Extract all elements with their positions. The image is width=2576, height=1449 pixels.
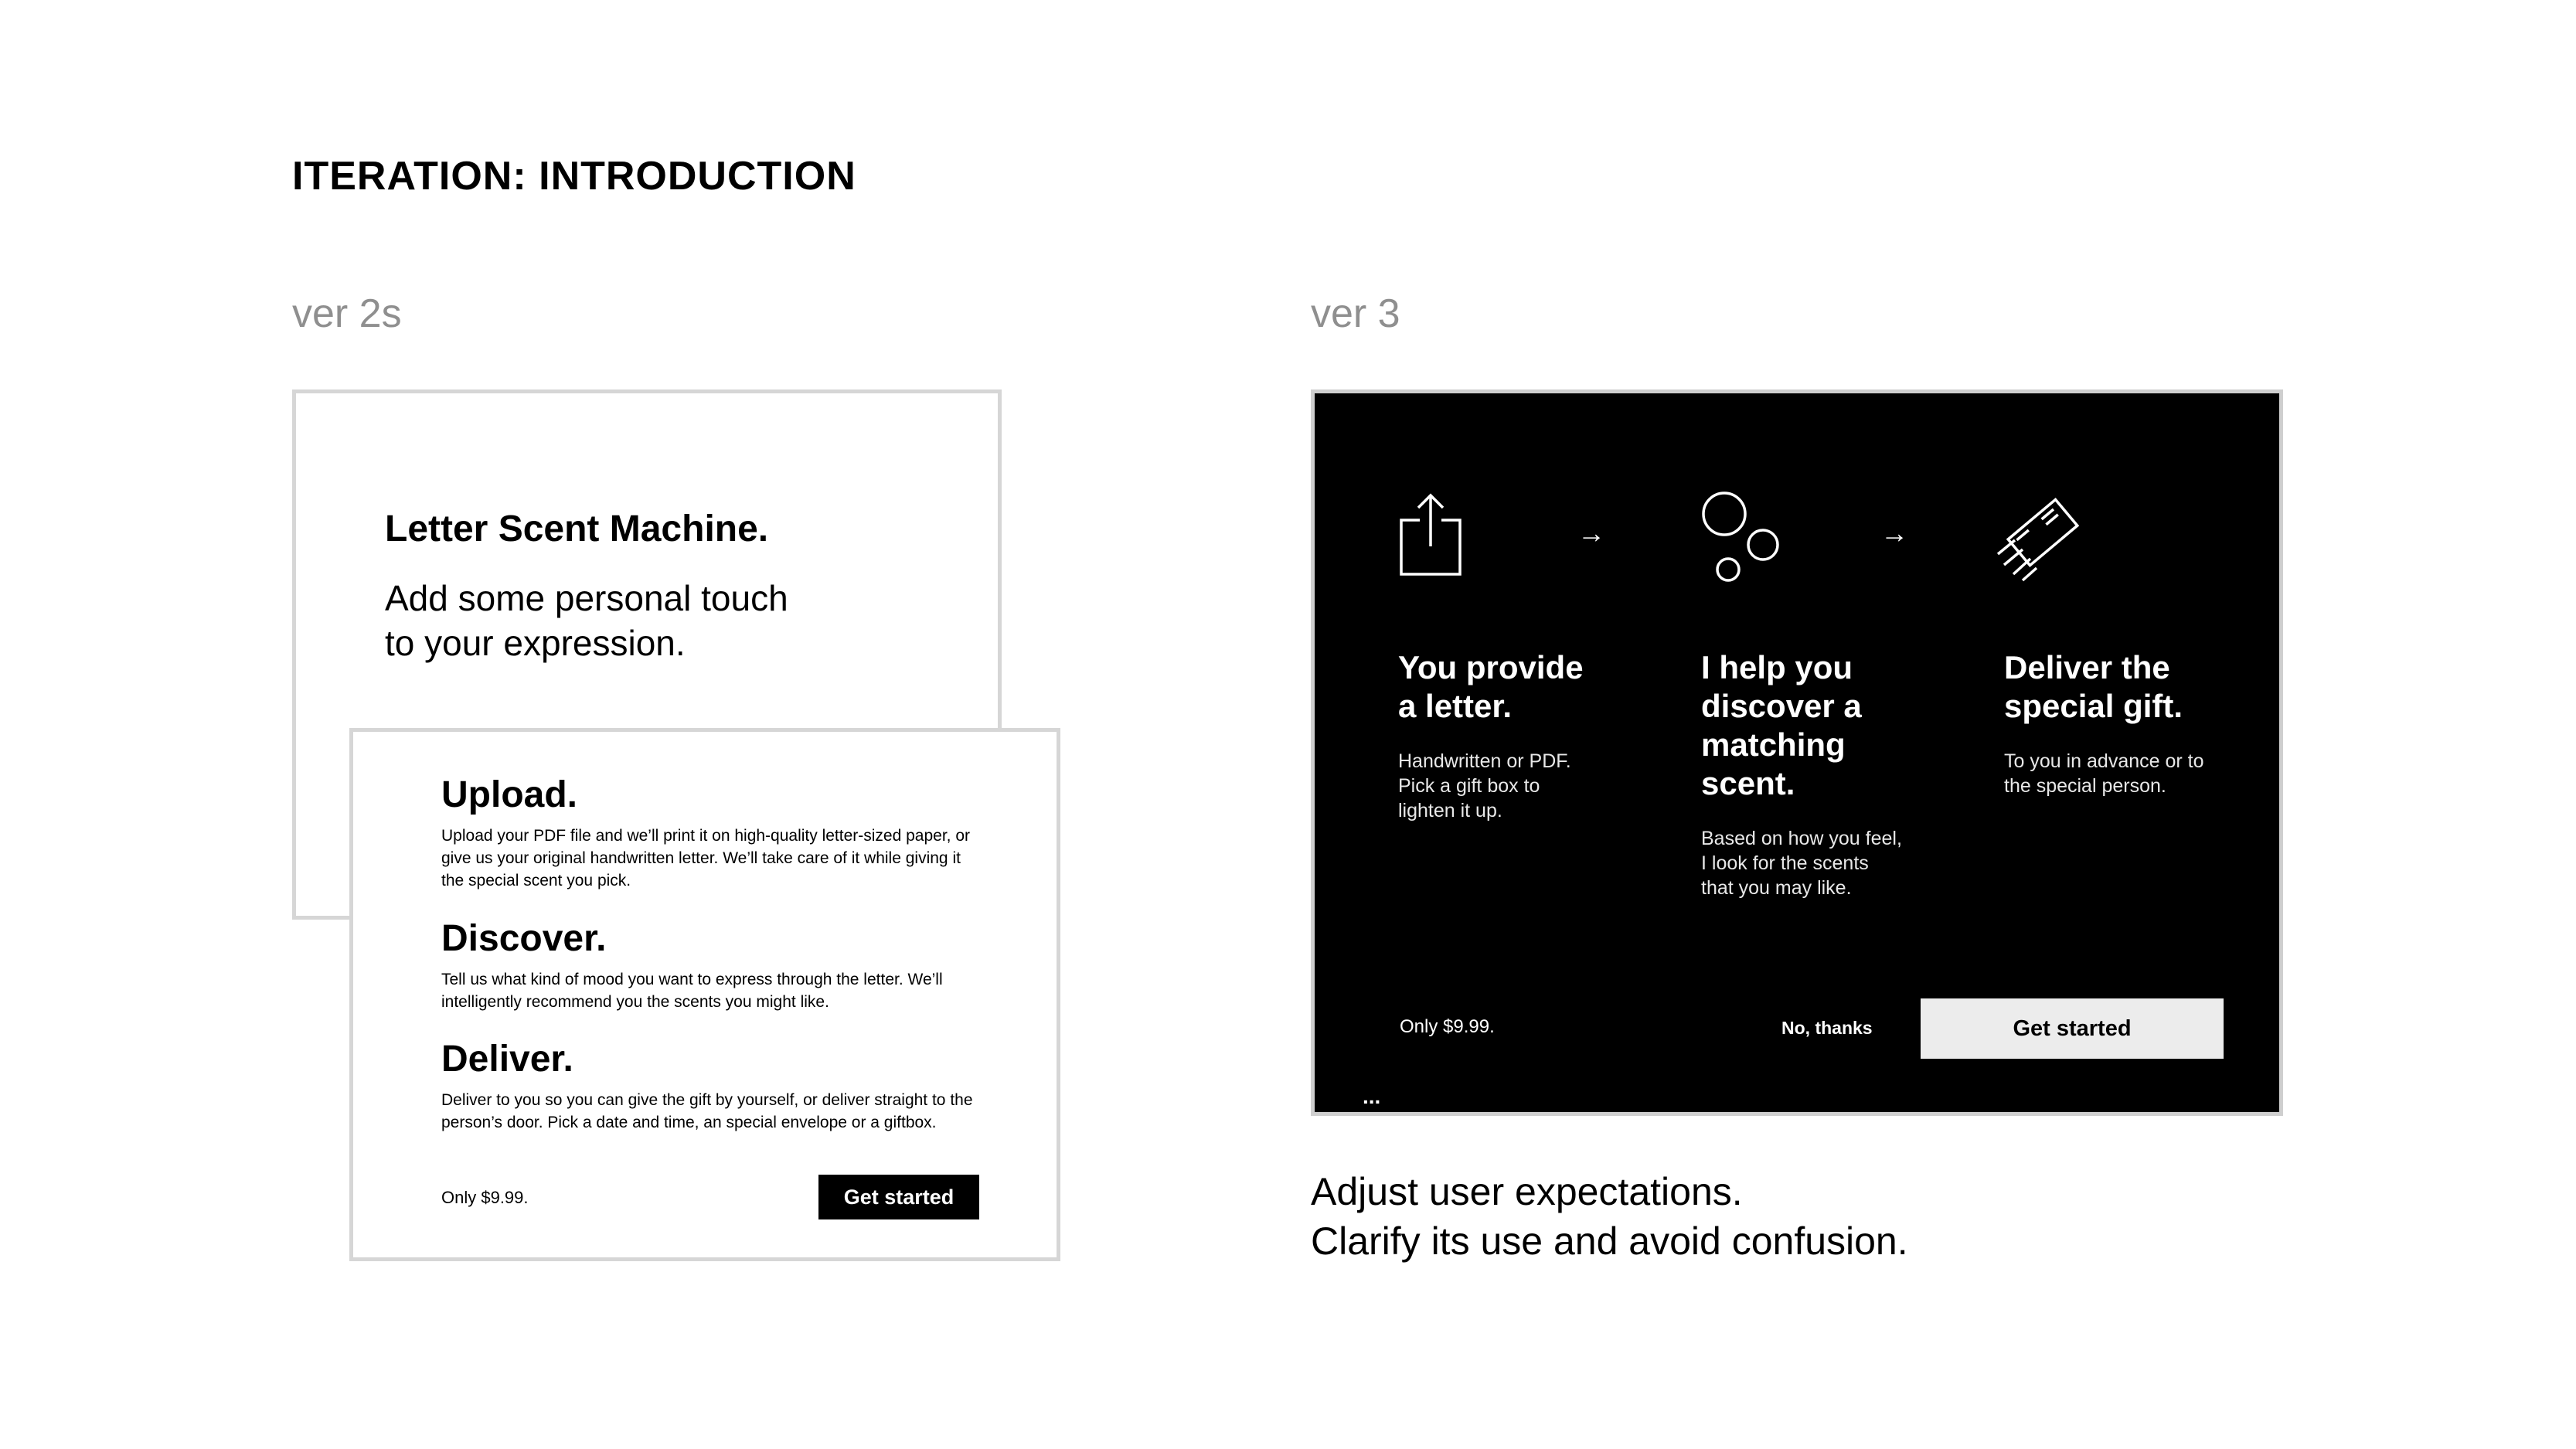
deliver-title: Deliver. (441, 1039, 573, 1080)
page-title: ITERATION: INTRODUCTION (292, 154, 856, 199)
discover-title: Discover. (441, 918, 607, 959)
version-label-3: ver 3 (1311, 291, 1400, 336)
upload-title: Upload. (441, 774, 577, 815)
arrow-right-icon: → (1577, 517, 1605, 549)
onboarding-panel: → → You provide a letter. Handwritten or… (1311, 389, 2283, 1116)
step-3-title: Deliver the special gift. (2004, 648, 2183, 726)
caption: Adjust user expectations. Clarify its us… (1311, 1167, 1908, 1266)
caption-line: Clarify its use and avoid confusion. (1311, 1219, 1908, 1263)
version-label-2s: ver 2s (292, 291, 402, 336)
no-thanks-link[interactable]: No, thanks (1781, 1018, 1873, 1039)
step-2-desc-line: Based on how you feel, (1701, 828, 1902, 849)
more-options-icon[interactable]: ... (1363, 1086, 1380, 1107)
step-3-description: To you in advance or to the special pers… (2004, 749, 2204, 798)
intro-subtitle-line: to your expression. (385, 623, 686, 663)
intro-subtitle-line: Add some personal touch (385, 578, 788, 618)
step-1-desc-line: lighten it up. (1398, 800, 1502, 821)
step-2-title-line: scent. (1701, 765, 1795, 801)
step-3-title-line: special gift. (2004, 688, 2183, 724)
upload-icon (1398, 492, 1463, 581)
get-started-button[interactable]: Get started (818, 1175, 979, 1219)
price-label: Only $9.99. (441, 1188, 529, 1207)
deliver-description: Deliver to you so you can give the gift … (441, 1091, 973, 1131)
get-started-button[interactable]: Get started (1921, 998, 2224, 1059)
bubbles-icon (1701, 491, 1786, 590)
step-3-desc-line: To you in advance or to (2004, 750, 2204, 772)
step-1-desc-line: Handwritten or PDF. (1398, 750, 1571, 772)
step-2-description: Based on how you feel, I look for the sc… (1701, 826, 1902, 900)
step-1-desc-line: Pick a gift box to (1398, 775, 1540, 797)
step-2-desc-line: I look for the scents (1701, 852, 1869, 874)
upload-description: Upload your PDF file and we’ll print it … (441, 827, 971, 889)
step-2-title-line: matching (1701, 726, 1846, 763)
step-2-title-line: discover a (1701, 688, 1862, 724)
steps-card: Upload. Upload your PDF file and we’ll p… (349, 728, 1060, 1261)
flying-envelope-icon (1993, 492, 2086, 586)
step-1-title-line: You provide (1398, 649, 1584, 685)
intro-title: Letter Scent Machine. (385, 509, 769, 549)
arrow-right-icon: → (1880, 517, 1908, 549)
discover-description: Tell us what kind of mood you want to ex… (441, 971, 943, 1011)
step-3-desc-line: the special person. (2004, 775, 2166, 797)
step-2-title-line: I help you (1701, 649, 1853, 685)
step-3-title-line: Deliver the (2004, 649, 2170, 685)
intro-subtitle: Add some personal touch to your expressi… (385, 576, 864, 665)
step-1-title: You provide a letter. (1398, 648, 1584, 726)
price-label: Only $9.99. (1400, 1016, 1495, 1037)
step-1-description: Handwritten or PDF. Pick a gift box to l… (1398, 749, 1571, 823)
step-1-title-line: a letter. (1398, 688, 1513, 724)
caption-line: Adjust user expectations. (1311, 1170, 1743, 1213)
step-2-desc-line: that you may like. (1701, 877, 1852, 899)
step-2-title: I help you discover a matching scent. (1701, 648, 1862, 803)
